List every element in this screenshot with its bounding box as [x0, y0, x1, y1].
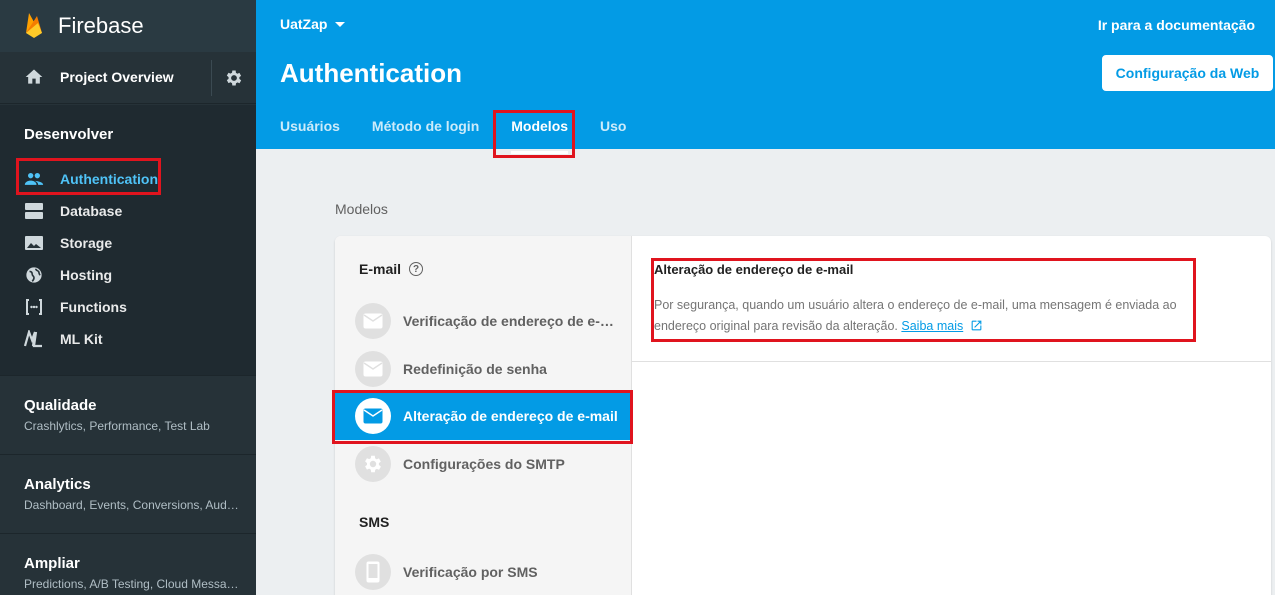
template-email-verification[interactable]: Verificação de endereço de e-mail — [335, 297, 632, 345]
template-label: Verificação de endereço de e-mail — [403, 313, 618, 329]
sidebar-item-functions[interactable]: Functions — [0, 291, 256, 323]
project-selector[interactable]: UatZap — [280, 16, 346, 32]
divider — [211, 60, 212, 96]
envelope-icon — [355, 303, 391, 339]
develop-section: Desenvolver Authentication Database Stor… — [0, 105, 256, 375]
page-title: Authentication — [280, 58, 462, 88]
database-icon — [25, 203, 43, 219]
tab-sign-in-method[interactable]: Método de login — [372, 118, 479, 150]
section-title: Qualidade — [24, 397, 97, 414]
template-email-change[interactable]: Alteração de endereço de e-mail — [335, 392, 632, 440]
section-subtitle: Crashlytics, Performance, Test Lab — [24, 419, 210, 433]
sidebar-item-authentication[interactable]: Authentication — [0, 163, 256, 195]
template-list: E-mail ? Verificação de endereço de e-ma… — [335, 236, 632, 595]
tab-users[interactable]: Usuários — [280, 118, 340, 150]
sidebar-item-database[interactable]: Database — [0, 195, 256, 227]
section-title: Ampliar — [24, 555, 80, 572]
section-subtitle: Predictions, A/B Testing, Cloud Messagin… — [24, 577, 239, 591]
template-label: Redefinição de senha — [403, 361, 547, 377]
template-password-reset[interactable]: Redefinição de senha — [335, 345, 632, 393]
template-label: Verificação por SMS — [403, 564, 538, 580]
brand-name: Firebase — [58, 13, 144, 38]
tab-templates[interactable]: Modelos — [511, 118, 568, 154]
section-subtitle: Dashboard, Events, Conversions, Audience… — [24, 498, 239, 512]
functions-icon — [26, 299, 42, 315]
section-label: Modelos — [335, 201, 388, 217]
home-icon — [25, 69, 43, 84]
gear-icon — [355, 446, 391, 482]
brand-bar[interactable]: Firebase — [0, 0, 256, 52]
external-link-icon[interactable] — [970, 319, 983, 332]
sidebar-section-grow[interactable]: Ampliar Predictions, A/B Testing, Cloud … — [0, 533, 256, 595]
tab-usage[interactable]: Uso — [600, 118, 626, 150]
sidebar-item-label: Functions — [60, 299, 127, 315]
sidebar-item-label: Database — [60, 203, 123, 219]
sidebar-item-label: Storage — [60, 235, 113, 251]
sidebar-item-ml-kit[interactable]: ML Kit — [0, 323, 256, 355]
develop-heading: Desenvolver — [24, 126, 114, 143]
envelope-icon — [355, 398, 391, 434]
web-config-button[interactable]: Configuração da Web — [1102, 55, 1273, 91]
gear-icon[interactable] — [224, 68, 244, 88]
template-sms-verification[interactable]: Verificação por SMS — [335, 548, 632, 595]
template-smtp-settings[interactable]: Configurações do SMTP — [335, 440, 632, 488]
project-overview-link[interactable]: Project Overview — [60, 69, 174, 85]
firebase-logo-icon — [26, 13, 42, 38]
sidebar-section-quality[interactable]: Qualidade Crashlytics, Performance, Test… — [0, 375, 256, 454]
sidebar-item-hosting[interactable]: Hosting — [0, 259, 256, 291]
docs-link[interactable]: Ir para a documentação — [1098, 17, 1255, 33]
sms-group-label: SMS — [359, 514, 390, 530]
sidebar-item-label: Authentication — [60, 171, 158, 187]
globe-icon — [26, 267, 42, 283]
sms-group-title: SMS — [359, 514, 389, 530]
templates-card: E-mail ? Verificação de endereço de e-ma… — [335, 236, 1271, 595]
detail-description: Por segurança, quando um usuário altera … — [654, 295, 1214, 337]
envelope-icon — [355, 351, 391, 387]
sidebar-item-storage[interactable]: Storage — [0, 227, 256, 259]
help-icon[interactable]: ? — [409, 262, 424, 276]
email-group-title: E-mail ? — [359, 261, 424, 277]
phone-icon — [355, 554, 391, 590]
template-label: Alteração de endereço de e-mail — [403, 408, 618, 424]
page-header: UatZap Ir para a documentação Authentica… — [256, 0, 1275, 154]
project-overview-row: Project Overview — [0, 52, 256, 104]
learn-more-link[interactable]: Saiba mais — [901, 319, 963, 333]
section-title: Analytics — [24, 476, 91, 493]
project-name: UatZap — [280, 16, 328, 32]
template-detail: Alteração de endereço de e-mail Por segu… — [632, 236, 1271, 362]
sidebar-item-label: Hosting — [60, 267, 113, 283]
email-group-label: E-mail — [359, 261, 402, 277]
image-icon — [25, 236, 43, 250]
detail-title: Alteração de endereço de e-mail — [654, 262, 854, 277]
sidebar: Firebase Project Overview Desenvolver Au… — [0, 0, 256, 595]
caret-down-icon — [335, 21, 346, 27]
tab-bar: Usuários Método de login Modelos Uso — [280, 118, 658, 154]
ml-kit-icon — [24, 330, 42, 348]
template-label: Configurações do SMTP — [403, 456, 565, 472]
people-icon — [24, 173, 44, 185]
sidebar-item-label: ML Kit — [60, 331, 103, 347]
sidebar-section-analytics[interactable]: Analytics Dashboard, Events, Conversions… — [0, 454, 256, 533]
